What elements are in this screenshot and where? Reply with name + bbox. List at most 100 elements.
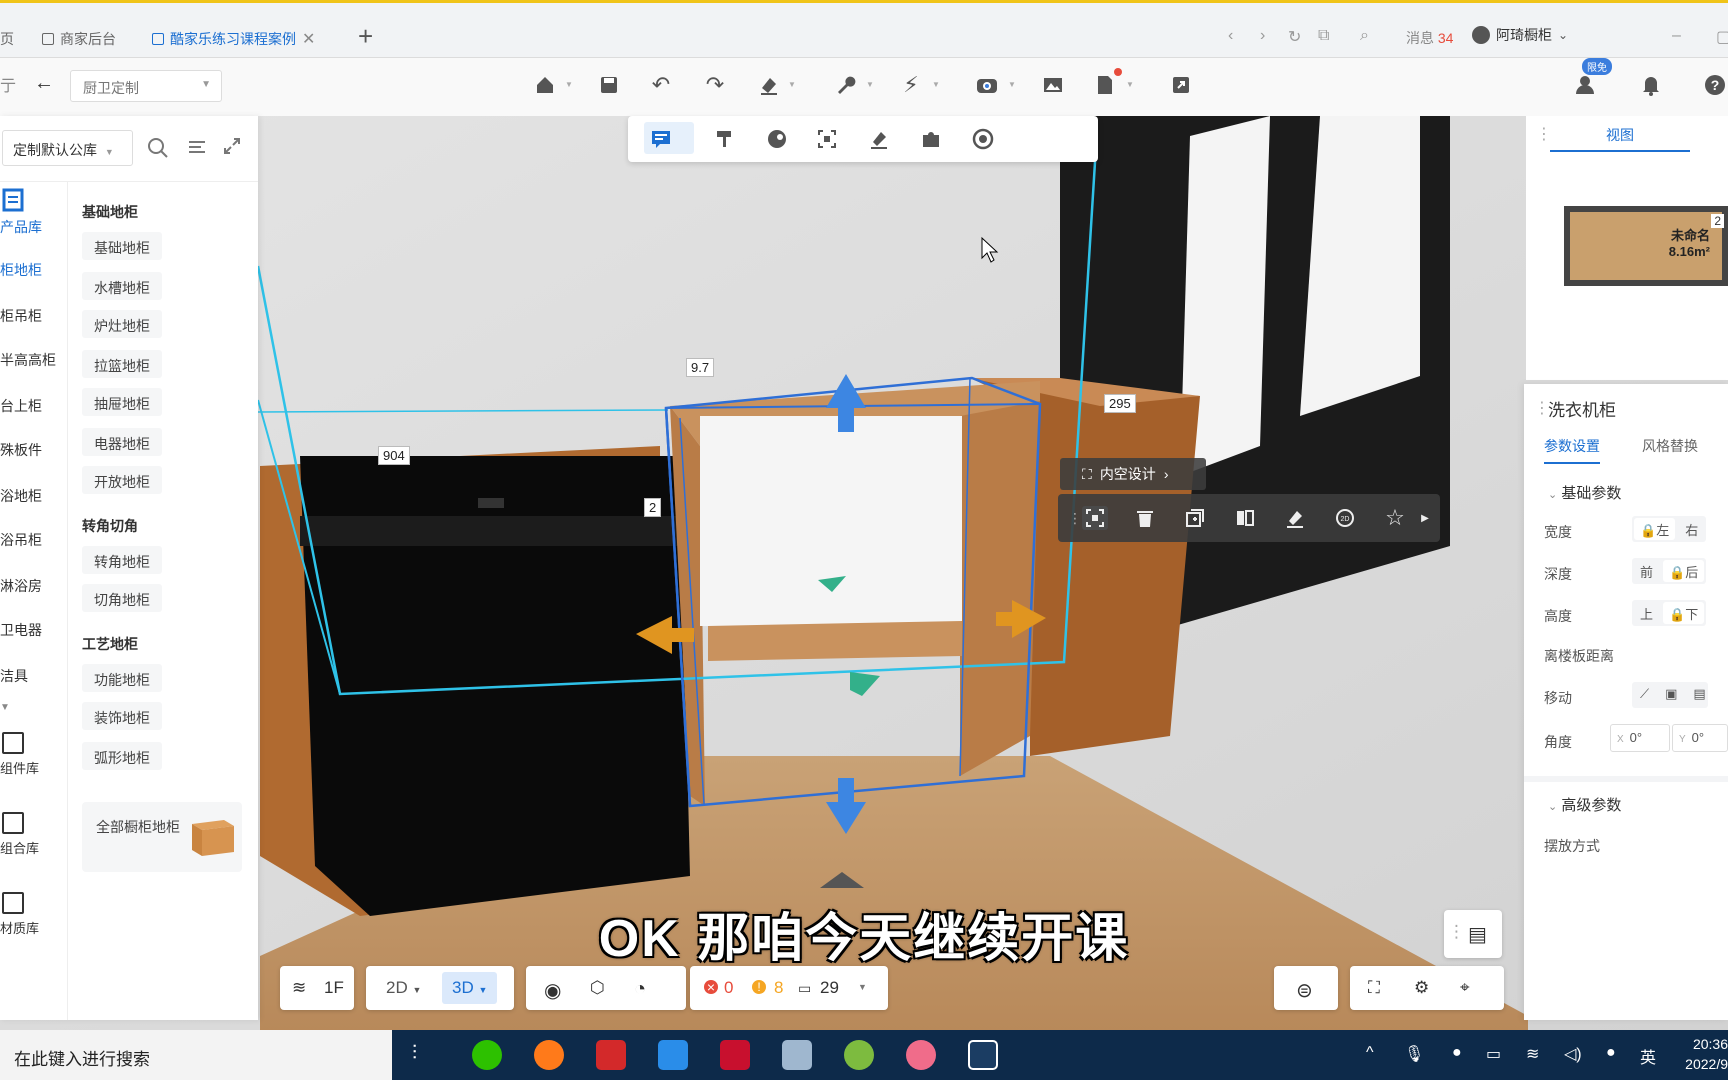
mirror-icon[interactable] bbox=[1232, 506, 1258, 530]
nav-item[interactable]: 浴吊柜 bbox=[0, 530, 68, 550]
move-free-icon[interactable]: ⟋ bbox=[1632, 682, 1657, 708]
toggle-settings-button[interactable]: ⊜ bbox=[1274, 966, 1338, 1010]
top-option[interactable]: 上 bbox=[1632, 600, 1661, 626]
export-icon[interactable] bbox=[1168, 72, 1194, 98]
section-basic-params[interactable]: ⌄ 基础参数 bbox=[1548, 482, 1621, 503]
app-icon[interactable] bbox=[906, 1040, 936, 1070]
3d-viewport[interactable]: 904 9.7 295 2 bbox=[0, 116, 1728, 1032]
angle-x-input[interactable]: X 0° bbox=[1610, 724, 1670, 752]
minimap[interactable]: 未命名 8.16m² 2 bbox=[1564, 206, 1728, 286]
redo-icon[interactable]: ↷ bbox=[702, 72, 728, 98]
collapse-icon[interactable]: 亍 bbox=[0, 72, 16, 96]
star-icon[interactable]: ☆ bbox=[1382, 505, 1408, 530]
copy-icon[interactable]: ⧉ bbox=[1318, 27, 1329, 45]
maximize-icon[interactable]: ▢ bbox=[1716, 27, 1728, 47]
move-align-icon[interactable]: ▤ bbox=[1685, 682, 1713, 708]
nav-combination-library[interactable]: 组合库 bbox=[0, 812, 68, 857]
depth-anchor-toggle[interactable]: 前 🔒后 bbox=[1632, 558, 1707, 584]
duplicate-icon[interactable] bbox=[1182, 506, 1208, 530]
expand-icon[interactable] bbox=[222, 136, 242, 161]
nav-item[interactable]: 殊板件 bbox=[0, 440, 68, 460]
collapse-chevron-icon[interactable]: ▼ bbox=[0, 702, 68, 713]
clock[interactable]: 20:36 2022/9 bbox=[1664, 1034, 1728, 1074]
refresh-icon[interactable]: ↻ bbox=[1288, 27, 1301, 47]
tab-parameters[interactable]: 参数设置 bbox=[1544, 436, 1600, 464]
category-chip[interactable]: 功能地柜 bbox=[82, 664, 162, 692]
user-group-icon[interactable] bbox=[1574, 72, 1600, 98]
paint-roller-icon[interactable] bbox=[712, 126, 738, 152]
resize-frame-icon[interactable] bbox=[1082, 506, 1108, 530]
camera-settings-icon[interactable]: ⚙ bbox=[1414, 978, 1429, 998]
tab-course-case[interactable]: 酷家乐练习课程案例 ✕ bbox=[152, 25, 315, 53]
nav-item[interactable]: 台上柜 bbox=[0, 396, 68, 416]
undo-icon[interactable]: ↶ bbox=[648, 72, 674, 98]
nav-item[interactable]: 卫电器 bbox=[0, 620, 68, 640]
kitchen-3d-scene[interactable] bbox=[0, 116, 1728, 1032]
wechat-tray-icon[interactable]: ● bbox=[1606, 1044, 1616, 1062]
category-chip[interactable]: 水槽地柜 bbox=[82, 272, 162, 300]
category-select[interactable]: 厨卫定制 ▼ bbox=[70, 70, 222, 102]
search-icon[interactable] bbox=[146, 136, 170, 165]
angle-y-input[interactable]: Y 0° bbox=[1672, 724, 1728, 752]
autocad-icon[interactable] bbox=[720, 1040, 750, 1070]
camera-reset-icon[interactable]: ⛶ bbox=[1368, 978, 1380, 998]
dimension-label[interactable]: 2 bbox=[644, 498, 662, 517]
microphone-icon[interactable]: 🎙 bbox=[1404, 1044, 1424, 1064]
camera-icon[interactable] bbox=[974, 72, 1000, 98]
mode-2d-button[interactable]: 2D ▼ bbox=[386, 978, 421, 998]
tab-merchant-backend[interactable]: 商家后台 bbox=[42, 25, 116, 53]
nav-item[interactable]: 洁具 bbox=[0, 666, 68, 686]
inner-design-button[interactable]: ⛶ 内空设计 › bbox=[1060, 458, 1206, 490]
chevron-up-icon[interactable]: ^ bbox=[1366, 1044, 1374, 1062]
document-icon[interactable] bbox=[1092, 72, 1118, 98]
cube-icon[interactable]: ⬡ bbox=[590, 978, 605, 998]
eye-icon[interactable]: ◉ bbox=[544, 978, 561, 1003]
taskbar-search-input[interactable]: 在此键入进行搜索 bbox=[0, 1030, 392, 1080]
tab-view[interactable]: 视图 bbox=[1550, 116, 1690, 152]
user-menu[interactable]: 阿琦橱柜 ⌄ bbox=[1472, 25, 1568, 45]
lock-left-option[interactable]: 🔒左 bbox=[1634, 518, 1676, 540]
app-icon[interactable] bbox=[844, 1040, 874, 1070]
category-chip[interactable]: 装饰地柜 bbox=[82, 702, 162, 730]
all-cabinets-card[interactable]: 全部橱柜地柜 bbox=[82, 802, 242, 872]
move-snap-icon[interactable]: ▣ bbox=[1657, 682, 1685, 708]
task-view-icon[interactable]: ⫶ bbox=[412, 1042, 417, 1065]
ime-indicator[interactable]: 英 bbox=[1640, 1044, 1656, 1068]
battery-icon[interactable]: ▭ bbox=[1486, 1044, 1501, 1064]
front-option[interactable]: 前 bbox=[1632, 558, 1661, 584]
wrench-icon[interactable] bbox=[832, 72, 858, 98]
category-chip[interactable]: 开放地柜 bbox=[82, 466, 162, 494]
wechat-icon[interactable] bbox=[472, 1040, 502, 1070]
dimension-label[interactable]: 9.7 bbox=[686, 358, 715, 377]
wps-icon[interactable] bbox=[596, 1040, 626, 1070]
image-icon[interactable] bbox=[1040, 72, 1066, 98]
move-mode-toggle[interactable]: ⟋ ▣ ▤ bbox=[1632, 682, 1708, 708]
nav-component-library[interactable]: 组件库 bbox=[0, 732, 68, 777]
category-chip[interactable]: 基础地柜 bbox=[82, 232, 162, 260]
save-icon[interactable] bbox=[596, 72, 622, 98]
category-chip[interactable]: 拉篮地柜 bbox=[82, 350, 162, 378]
library-source-select[interactable]: 定制默认公库 ▼ bbox=[2, 130, 133, 166]
width-anchor-toggle[interactable]: 🔒左 右 bbox=[1632, 516, 1707, 542]
flash-icon[interactable]: ⚡ bbox=[898, 72, 924, 98]
category-chip[interactable]: 弧形地柜 bbox=[82, 742, 162, 770]
bell-icon[interactable] bbox=[1638, 72, 1664, 98]
wifi-icon[interactable]: ≋ bbox=[1526, 1044, 1539, 1064]
expand-right-icon[interactable]: ▶ bbox=[1418, 506, 1432, 530]
shield-icon[interactable] bbox=[658, 1040, 688, 1070]
material-icon[interactable] bbox=[764, 126, 790, 152]
dimension-label[interactable]: 904 bbox=[378, 446, 410, 465]
chevron-left-icon[interactable]: ‹ bbox=[1228, 27, 1233, 45]
category-chip[interactable]: 转角地柜 bbox=[82, 546, 162, 574]
firefox-icon[interactable] bbox=[534, 1040, 564, 1070]
mode-3d-button[interactable]: 3D ▼ bbox=[442, 972, 498, 1004]
tab-home[interactable]: 页 bbox=[0, 25, 14, 53]
section-advanced-params[interactable]: ⌄ 高级参数 bbox=[1548, 794, 1621, 815]
category-chip[interactable]: 切角地柜 bbox=[82, 584, 162, 612]
home-icon[interactable] bbox=[532, 72, 558, 98]
close-icon[interactable]: ✕ bbox=[302, 29, 315, 49]
rotate-2d-icon[interactable]: 2D bbox=[1332, 506, 1358, 530]
chevron-right-icon[interactable]: › bbox=[1260, 27, 1265, 45]
lock-back-option[interactable]: 🔒后 bbox=[1663, 560, 1705, 582]
filter-list-icon[interactable] bbox=[186, 136, 208, 163]
